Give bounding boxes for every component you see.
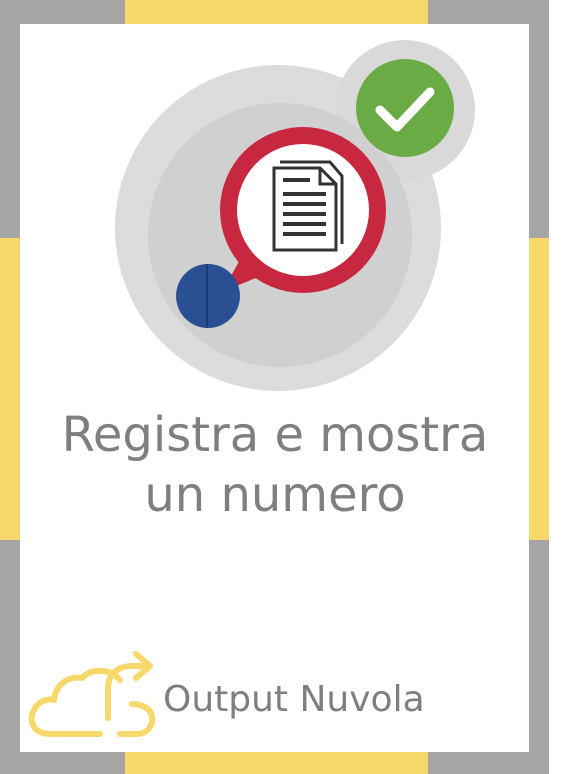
blue-dot-icon	[176, 264, 240, 328]
card: Registra e mostra un numero Output Nuvol…	[0, 0, 586, 774]
frame-left-yellow	[0, 238, 20, 540]
checkmark-icon	[356, 59, 454, 157]
frame-top-yellow	[125, 0, 428, 24]
frame-right-top-gray	[529, 0, 549, 238]
document-with-checkmark-icon	[115, 40, 475, 391]
frame-right-yellow	[529, 238, 549, 540]
frame-bottom-yellow	[125, 752, 428, 774]
card-title: Registra e mostra un numero	[20, 405, 530, 525]
footer: Output Nuvola	[28, 640, 508, 740]
card-title-line-1: Registra e mostra	[61, 407, 489, 463]
frame-left-bottom-gray	[0, 540, 20, 774]
frame-right-bottom-gray	[529, 540, 549, 774]
cloud-upload-icon	[28, 651, 156, 737]
frame-left-top-gray	[0, 0, 20, 238]
footer-label: Output Nuvola	[163, 679, 425, 720]
card-title-line-2: un numero	[144, 467, 406, 523]
